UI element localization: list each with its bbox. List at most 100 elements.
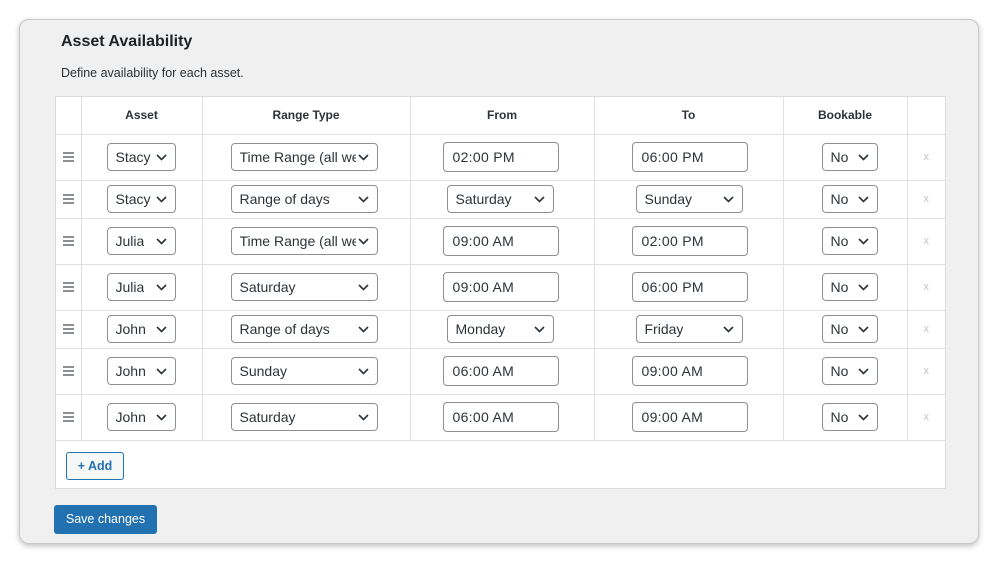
range-type-select[interactable]: Saturday [230,403,378,431]
drag-handle-icon[interactable] [63,410,74,424]
to-day-value: Sunday [644,191,692,207]
chevron-down-icon [856,228,871,254]
range-type-select[interactable]: Saturday [230,273,378,301]
asset-value: John [115,409,146,425]
range-type-select[interactable]: Range of days [230,185,378,213]
delete-icon[interactable]: x [924,151,930,163]
from-time-input[interactable]: 09:00 AM [442,272,559,302]
asset-select[interactable]: Julia [106,227,176,255]
drag-cell [56,134,82,181]
bookable-select[interactable]: No [821,273,878,301]
asset-select[interactable]: John [106,357,176,385]
bookable-cell: No [783,134,908,181]
from-day-select[interactable]: Saturday [446,185,554,213]
to-time-input[interactable]: 06:00 PM [631,142,748,172]
bookable-select[interactable]: No [821,315,878,343]
bookable-select[interactable]: No [821,143,878,171]
table-row: John Saturday 06:00 AM 09:00 AM No x [56,394,945,441]
to-time-input[interactable]: 09:00 AM [631,356,748,386]
drag-handle-icon[interactable] [63,192,74,206]
availability-table: Asset Range Type From To Bookable Stacy T… [56,97,945,441]
save-changes-button[interactable]: Save changes [54,505,157,534]
delete-icon[interactable]: x [924,323,930,335]
from-time-input[interactable]: 06:00 AM [442,356,559,386]
drag-handle-icon[interactable] [63,322,74,336]
bookable-select[interactable]: No [821,227,878,255]
section-description: Define availability for each asset. [61,66,244,80]
to-day-value: Friday [644,321,684,337]
delete-icon[interactable]: x [924,193,930,205]
chevron-down-icon [154,144,169,170]
chevron-down-icon [154,186,169,212]
add-row-button[interactable]: + Add [66,452,124,480]
to-time-input[interactable]: 06:00 PM [631,272,748,302]
bookable-select[interactable]: No [821,357,878,385]
table-row: Julia Time Range (all week) 09:00 AM 02:00 … [56,218,945,265]
chevron-down-icon [356,274,371,300]
bookable-value: No [830,279,849,295]
range-type-value: Time Range (all week) [239,233,356,249]
delete-icon[interactable]: x [924,281,930,293]
range-type-cell: Saturday [202,394,411,441]
from-cell: Saturday [410,180,595,219]
asset-cell: Stacy [81,134,203,181]
asset-select[interactable]: John [106,403,176,431]
drag-handle-icon[interactable] [63,234,74,248]
bookable-value: No [830,191,849,207]
delete-cell: x [907,180,945,219]
chevron-down-icon [721,316,736,342]
range-type-select[interactable]: Time Range (all week) [230,227,378,255]
bookable-select[interactable]: No [821,403,878,431]
asset-select[interactable]: John [106,315,176,343]
from-day-select[interactable]: Monday [446,315,554,343]
delete-icon[interactable]: x [924,235,930,247]
from-cell: Monday [410,310,595,349]
from-cell: 06:00 AM [410,348,595,395]
delete-cell: x [907,134,945,181]
delete-cell: x [907,264,945,311]
asset-select[interactable]: Stacy [106,143,176,171]
header-to: To [594,97,784,135]
bookable-cell: No [783,218,908,265]
range-type-value: Saturday [239,279,296,295]
asset-select[interactable]: Julia [106,273,176,301]
to-day-select[interactable]: Friday [635,315,743,343]
bookable-select[interactable]: No [821,185,878,213]
range-type-cell: Range of days [202,310,411,349]
range-type-select[interactable]: Sunday [230,357,378,385]
range-type-value: Sunday [239,363,287,379]
header-asset: Asset [81,97,203,135]
delete-icon[interactable]: x [924,411,930,423]
drag-handle-icon[interactable] [63,364,74,378]
to-day-select[interactable]: Sunday [635,185,743,213]
to-time-input[interactable]: 09:00 AM [631,402,748,432]
from-time-input[interactable]: 06:00 AM [442,402,559,432]
drag-handle-icon[interactable] [63,150,74,164]
from-time-input[interactable]: 02:00 PM [442,142,559,172]
header-from: From [410,97,595,135]
range-type-value: Range of days [239,191,330,207]
drag-cell [56,218,82,265]
bookable-cell: No [783,180,908,219]
chevron-down-icon [356,316,371,342]
range-type-select[interactable]: Time Range (all week) [230,143,378,171]
asset-cell: John [81,310,203,349]
range-type-select[interactable]: Range of days [230,315,378,343]
drag-handle-icon[interactable] [63,280,74,294]
to-time-input[interactable]: 02:00 PM [631,226,748,256]
from-time-input[interactable]: 09:00 AM [442,226,559,256]
range-type-value: Time Range (all week) [239,149,356,165]
chevron-down-icon [154,358,169,384]
table-row: John Range of days Monday Friday No x [56,310,945,349]
delete-cell: x [907,394,945,441]
to-cell: 09:00 AM [594,348,784,395]
chevron-down-icon [154,228,169,254]
chevron-down-icon [532,186,547,212]
chevron-down-icon [356,358,371,384]
asset-select[interactable]: Stacy [106,185,176,213]
delete-cell: x [907,348,945,395]
asset-value: Stacy [115,149,151,165]
range-type-cell: Range of days [202,180,411,219]
to-cell: Friday [594,310,784,349]
delete-icon[interactable]: x [924,365,930,377]
